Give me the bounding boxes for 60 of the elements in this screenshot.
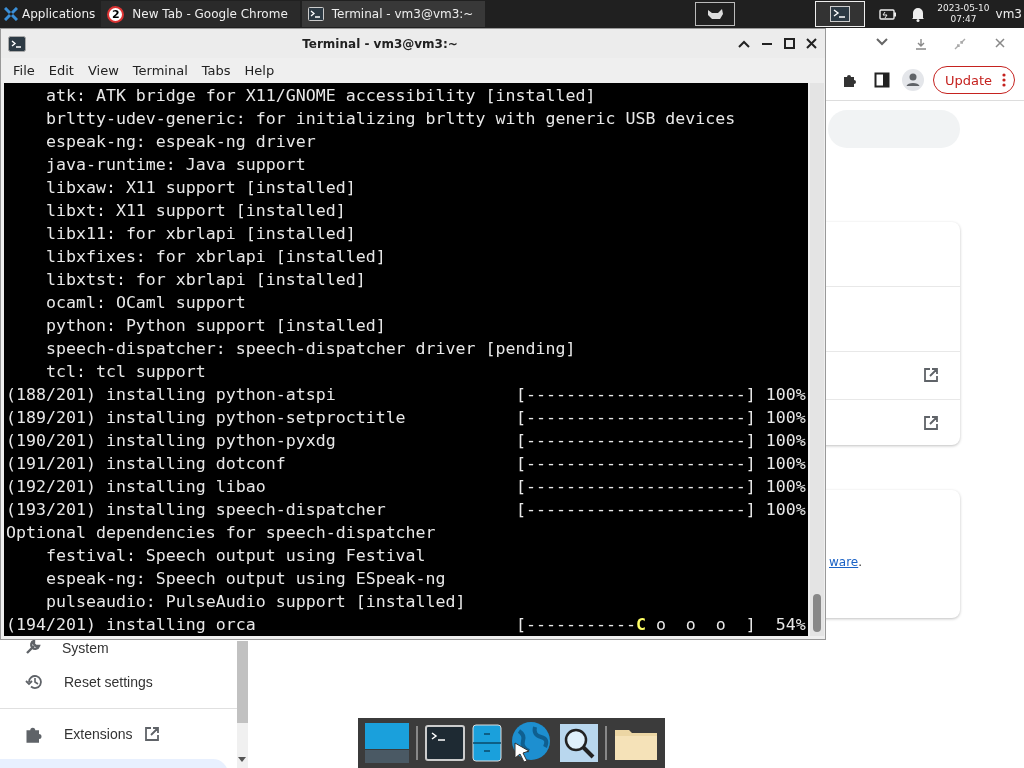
progress-percent: 100% — [765, 407, 806, 429]
menu-item[interactable]: Help — [237, 63, 282, 78]
progress-percent: 100% — [765, 499, 806, 521]
terminal-line: festival: Speech output using Festival — [44, 545, 427, 567]
progress-bar-text: [----------- — [516, 614, 636, 636]
terminal-line: brltty-udev-generic: for initializing brltty with generic USB devices — [44, 108, 737, 130]
progress-percent: 100% — [765, 430, 806, 452]
terminal-line: libxaw: X11 support [installed] — [44, 177, 357, 199]
menu-item[interactable]: File — [6, 63, 42, 78]
terminal-line: (193/201) installing speech-dispatcher — [6, 499, 387, 521]
progress-bar-text: [----------------------] — [516, 384, 756, 406]
chrome-badge: 2 — [107, 5, 125, 23]
terminal-line: libxtst: for xbrlapi [installed] — [44, 269, 367, 291]
terminal-line: (192/201) installing libao — [6, 476, 267, 498]
time-text: 07:47 — [950, 14, 977, 25]
terminal-line: ocaml: OCaml support — [44, 292, 247, 314]
sidebar-item[interactable]: System — [0, 640, 237, 656]
terminal-line: speech-dispatcher: speech-dispatcher driver [pending] — [44, 338, 577, 360]
terminal-line: (191/201) installing dotconf — [6, 453, 287, 475]
sidebar-item[interactable]: Extensions — [0, 709, 237, 759]
menu-item[interactable]: Terminal — [125, 63, 195, 78]
terminal-line: (189/201) installing python-setproctitle — [6, 407, 407, 429]
update-button[interactable]: Update — [933, 66, 1015, 94]
taskbar-task[interactable]: Terminal - vm3@vm3:~ — [301, 1, 486, 27]
menu-item[interactable]: View — [80, 63, 126, 78]
terminal-line: (190/201) installing python-pyxdg — [6, 430, 337, 452]
terminal-line: espeak-ng: espeak-ng driver — [44, 131, 317, 153]
progress-dots: o o o ] — [654, 614, 756, 636]
progress-bar-text: [----------------------] — [516, 499, 756, 521]
terminal-line: (194/201) installing orca — [6, 614, 257, 636]
terminal-line: (188/201) installing python-atspi — [6, 384, 337, 406]
terminal-line: Optional dependencies for speech-dispatcher — [5, 522, 437, 544]
terminal-line: atk: ATK bridge for X11/GNOME accessibility [installed] — [44, 85, 597, 107]
progress-bar-text: [----------------------] — [516, 430, 756, 452]
terminal-line: libxfixes: for xbrlapi [installed] — [44, 246, 387, 268]
window-title: Terminal - vm3@vm3:~ — [301, 36, 459, 51]
terminal-line: python: Python support [installed] — [44, 315, 387, 337]
menu-item[interactable]: Edit — [41, 63, 81, 78]
link-suffix: . — [858, 555, 863, 569]
taskbar-task[interactable]: 2 New Tab - Google Chrome — [101, 1, 300, 27]
clock[interactable]: 2023-05-10 07:47 — [937, 3, 990, 25]
progress-bar-text: [----------------------] — [516, 453, 756, 475]
pacman-glyph: C — [635, 615, 646, 634]
progress-percent: 54% — [774, 614, 806, 636]
progress-bar-text: [----------------------] — [516, 407, 756, 429]
terminal-line: java-runtime: Java support — [44, 154, 307, 176]
user-name[interactable]: vm3 — [995, 7, 1022, 21]
link[interactable]: ware — [829, 555, 859, 569]
progress-percent: 100% — [765, 384, 806, 406]
progress-percent: 100% — [765, 476, 806, 498]
applications-menu[interactable]: Applications — [0, 0, 102, 28]
progress-bar-text: [----------------------] — [516, 476, 756, 498]
menu-item[interactable]: Tabs — [194, 63, 238, 78]
progress-percent: 100% — [765, 453, 806, 475]
terminal-line: libx11: for xbrlapi [installed] — [44, 223, 357, 245]
terminal-line: libxt: X11 support [installed] — [44, 200, 347, 222]
terminal-line: pulseaudio: PulseAudio support [installed] — [44, 591, 467, 613]
terminal-line: espeak-ng: Speech output using ESpeak-ng — [44, 568, 447, 590]
date-text: 2023-05-10 — [937, 3, 990, 14]
terminal-line: tcl: tcl support — [44, 361, 207, 383]
